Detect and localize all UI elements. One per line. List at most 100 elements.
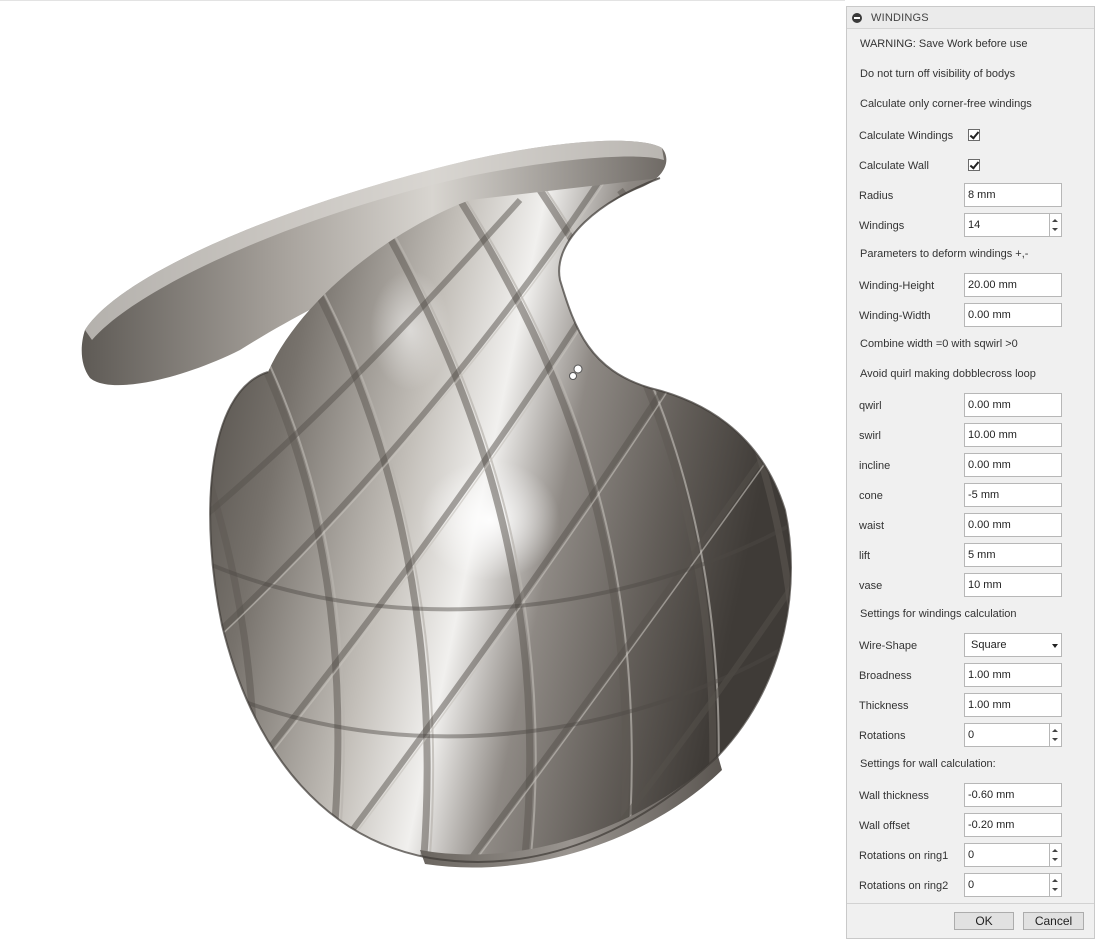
rotations-ring2-input[interactable]: 0 [964,873,1050,897]
spin-down-icon[interactable] [1052,228,1058,231]
visibility-note: Do not turn off visibility of bodys [847,60,1094,90]
swirl-label: swirl [859,430,881,442]
3d-viewport[interactable] [0,0,845,946]
qwirl-input[interactable]: 0.00 mm [964,393,1062,417]
swirl-input[interactable]: 10.00 mm [964,423,1062,447]
rotations-row: Rotations 0 [847,721,1094,751]
incline-label: incline [859,460,891,472]
ok-button[interactable]: OK [954,912,1014,930]
wall-thickness-row: Wall thickness -0.60 mm [847,781,1094,811]
radius-label: Radius [859,190,894,202]
collapse-icon[interactable] [852,13,862,23]
rotations-ring1-row: Rotations on ring1 0 [847,841,1094,871]
visibility-text: Do not turn off visibility of bodys [860,68,1016,80]
rotations-ring1-label: Rotations on ring1 [859,850,949,862]
wire-shape-select[interactable]: Square [964,633,1062,657]
wall-thickness-label: Wall thickness [859,790,929,802]
calculate-wall-row: Calculate Wall [847,151,1094,181]
calculate-windings-checkbox[interactable] [968,129,980,141]
winding-height-row: Winding-Height 20.00 mm [847,271,1094,301]
windings-input[interactable]: 14 [964,213,1050,237]
vase-row: vase 10 mm [847,571,1094,601]
vase-label: vase [859,580,883,592]
rotations-ring1-input[interactable]: 0 [964,843,1050,867]
incline-row: incline 0.00 mm [847,451,1094,481]
broadness-input[interactable]: 1.00 mm [964,663,1062,687]
dialog-footer: OK Cancel [847,903,1094,938]
combine-note: Combine width =0 with sqwirl >0 [847,330,1094,360]
cone-label: cone [859,490,883,502]
swirl-row: swirl 10.00 mm [847,421,1094,451]
spin-down-icon[interactable] [1052,888,1058,891]
spin-up-icon[interactable] [1052,219,1058,222]
rotations-spinner[interactable] [1050,723,1062,747]
winding-width-input[interactable]: 0.00 mm [964,303,1062,327]
combine-text: Combine width =0 with sqwirl >0 [860,338,1018,350]
waist-label: waist [859,520,885,532]
winding-width-label: Winding-Width [859,310,931,322]
rotations-ring2-label: Rotations on ring2 [859,880,949,892]
avoid-note: Avoid quirl making dobblecross loop [847,360,1094,390]
vase-input[interactable]: 10 mm [964,573,1062,597]
settings-windings-text: Settings for windings calculation [860,608,1017,620]
calculate-windings-label: Calculate Windings [859,130,954,142]
wire-shape-label: Wire-Shape [859,640,918,652]
calculate-windings-row: Calculate Windings [847,121,1094,151]
cone-input[interactable]: -5 mm [964,483,1062,507]
radius-row: Radius 8 mm [847,181,1094,211]
rotations-input[interactable]: 0 [964,723,1050,747]
corner-free-text: Calculate only corner-free windings [860,98,1032,110]
warning-text: WARNING: Save Work before use [860,38,1028,50]
winding-height-input[interactable]: 20.00 mm [964,273,1062,297]
deform-text: Parameters to deform windings +,- [860,248,1029,260]
thickness-label: Thickness [859,700,909,712]
deform-note: Parameters to deform windings +,- [847,240,1094,270]
broadness-label: Broadness [859,670,912,682]
rotations-ring2-spinner[interactable] [1050,873,1062,897]
windings-row: Windings 14 [847,211,1094,241]
lift-row: lift 5 mm [847,541,1094,571]
wall-offset-label: Wall offset [859,820,910,832]
avoid-text: Avoid quirl making dobblecross loop [860,368,1036,380]
windings-dialog: WINDINGS WARNING: Save Work before use D… [846,6,1095,939]
waist-input[interactable]: 0.00 mm [964,513,1062,537]
rotations-label: Rotations [859,730,906,742]
qwirl-label: qwirl [859,400,882,412]
corner-free-note: Calculate only corner-free windings [847,90,1094,120]
lift-input[interactable]: 5 mm [964,543,1062,567]
waist-row: waist 0.00 mm [847,511,1094,541]
warning-note: WARNING: Save Work before use [847,30,1094,60]
wall-offset-row: Wall offset -0.20 mm [847,811,1094,841]
cone-row: cone -5 mm [847,481,1094,511]
incline-input[interactable]: 0.00 mm [964,453,1062,477]
thickness-row: Thickness 1.00 mm [847,691,1094,721]
winding-height-label: Winding-Height [859,280,935,292]
thickness-input[interactable]: 1.00 mm [964,693,1062,717]
rotations-ring2-row: Rotations on ring2 0 [847,871,1094,901]
qwirl-row: qwirl 0.00 mm [847,391,1094,421]
dialog-header: WINDINGS [847,7,1094,29]
windings-spinner[interactable] [1050,213,1062,237]
vase-model[interactable] [0,0,845,946]
spin-up-icon[interactable] [1052,879,1058,882]
settings-wall-text: Settings for wall calculation: [860,758,996,770]
radius-input[interactable]: 8 mm [964,183,1062,207]
wall-thickness-input[interactable]: -0.60 mm [964,783,1062,807]
broadness-row: Broadness 1.00 mm [847,661,1094,691]
winding-width-row: Winding-Width 0.00 mm [847,301,1094,331]
lift-label: lift [859,550,870,562]
spin-up-icon[interactable] [1052,729,1058,732]
calculate-wall-label: Calculate Wall [859,160,929,172]
settings-wall-note: Settings for wall calculation: [847,750,1094,780]
spin-down-icon[interactable] [1052,738,1058,741]
spin-up-icon[interactable] [1052,849,1058,852]
dropdown-arrow-icon[interactable] [1052,644,1058,648]
cancel-button[interactable]: Cancel [1023,912,1084,930]
wire-shape-row: Wire-Shape Square [847,631,1094,661]
rotations-ring1-spinner[interactable] [1050,843,1062,867]
settings-windings-note: Settings for windings calculation [847,600,1094,630]
wall-offset-input[interactable]: -0.20 mm [964,813,1062,837]
calculate-wall-checkbox[interactable] [968,159,980,171]
dialog-title: WINDINGS [871,12,929,24]
spin-down-icon[interactable] [1052,858,1058,861]
